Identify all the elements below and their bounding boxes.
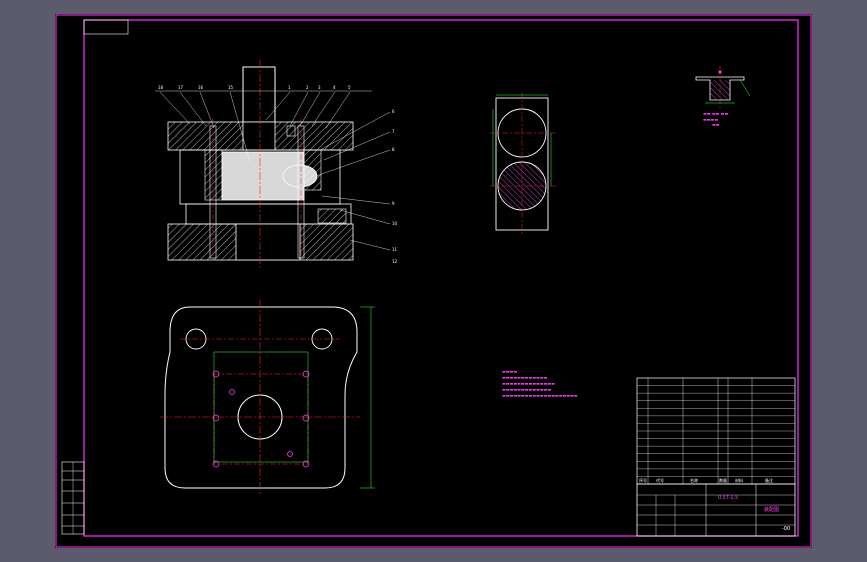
svg-text:▬▬▬▬▬▬▬▬▬▬▬▬▬▬: ▬▬▬▬▬▬▬▬▬▬▬▬▬▬ (502, 381, 555, 386)
drawing-area (55, 14, 812, 548)
svg-text:▬▬▬▬▬▬▬▬▬▬▬▬: ▬▬▬▬▬▬▬▬▬▬▬▬ (502, 375, 548, 380)
parts-list-header-cell: 数量 (719, 477, 727, 483)
svg-text:▬▬▬▬▬▬▬▬▬▬▬▬▬▬▬▬▬▬▬▬: ▬▬▬▬▬▬▬▬▬▬▬▬▬▬▬▬▬▬▬▬ (502, 393, 578, 398)
parts-list-header-cell: 代号 (656, 477, 664, 483)
svg-text:▬▬▬▬: ▬▬▬▬ (502, 369, 517, 374)
drawing-sheet: 18 17 16 15 1 2 3 4 56789101112 ▬▬ ▬▬ ▬▬… (55, 14, 812, 548)
svg-text:▬▬ ▬▬ ▬▬: ▬▬ ▬▬ ▬▬ (703, 111, 728, 116)
section-balloon: 17 (178, 85, 184, 90)
title-block-assembly: 装配图 (764, 506, 779, 513)
svg-text:▬▬: ▬▬ (712, 122, 720, 127)
section-balloon: 11 (392, 247, 398, 252)
parts-list-header-cell: 序号 (639, 477, 647, 483)
section-balloon: 16 (198, 85, 204, 90)
title-block-code: -00 (782, 526, 790, 532)
title-block-name: 0.5T-1.5 (718, 495, 738, 501)
cad-window: 18 17 16 15 1 2 3 4 5 6 7 8 9 10 11 12 ▬… (0, 0, 867, 562)
parts-list-header-cell: 名称 (690, 477, 698, 483)
section-balloon: 15 (228, 85, 234, 90)
section-balloon: 10 (392, 221, 398, 226)
svg-text:▬▬▬▬▬▬▬▬▬▬▬▬▬: ▬▬▬▬▬▬▬▬▬▬▬▬▬ (502, 387, 551, 392)
surface-finish-icon (718, 70, 722, 74)
parts-list-header-cell: 备注 (765, 477, 773, 483)
parts-list-header-cell: 材料 (735, 477, 743, 483)
section-balloon: 12 (392, 259, 398, 264)
section-balloon: 18 (158, 85, 164, 90)
